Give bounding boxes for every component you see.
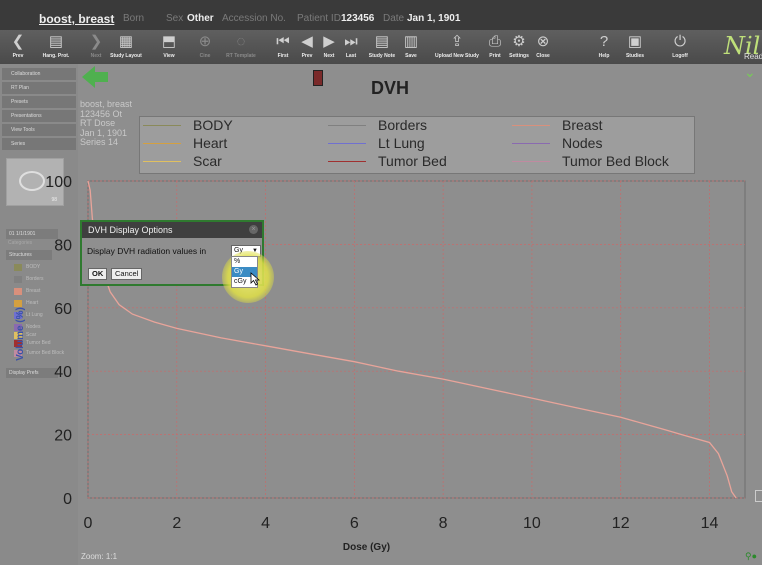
y-tick-label: 20	[54, 428, 72, 445]
dialog-titlebar: DVH Display Options ×	[82, 222, 262, 238]
x-tick-label: 12	[612, 515, 630, 532]
cancel-button[interactable]: Cancel	[111, 268, 143, 280]
status-icons: ⚲●	[745, 551, 758, 561]
zoom-level: Zoom: 1:1	[81, 552, 118, 561]
x-tick-label: 4	[261, 515, 270, 532]
x-tick-label: 6	[350, 515, 359, 532]
units-option[interactable]: %	[232, 257, 257, 267]
close-icon[interactable]: ×	[249, 225, 258, 234]
y-axis-label: Volume (%)	[15, 307, 26, 361]
y-tick-label: 100	[45, 174, 72, 191]
x-axis-label: Dose (Gy)	[343, 542, 390, 553]
x-tick-label: 14	[701, 515, 719, 532]
resize-handle-icon[interactable]	[755, 490, 762, 502]
ok-button[interactable]: OK	[88, 268, 108, 280]
dialog-title: DVH Display Options	[88, 225, 173, 235]
y-tick-label: 60	[54, 301, 72, 318]
y-tick-label: 0	[63, 491, 72, 508]
dialog-prompt: Display DVH radiation values in	[87, 246, 207, 256]
x-tick-label: 2	[172, 515, 181, 532]
mouse-pointer-icon	[250, 272, 260, 286]
y-tick-label: 80	[54, 237, 72, 254]
x-tick-label: 0	[84, 515, 93, 532]
x-tick-label: 8	[439, 515, 448, 532]
y-tick-label: 40	[54, 364, 72, 381]
x-tick-label: 10	[523, 515, 541, 532]
